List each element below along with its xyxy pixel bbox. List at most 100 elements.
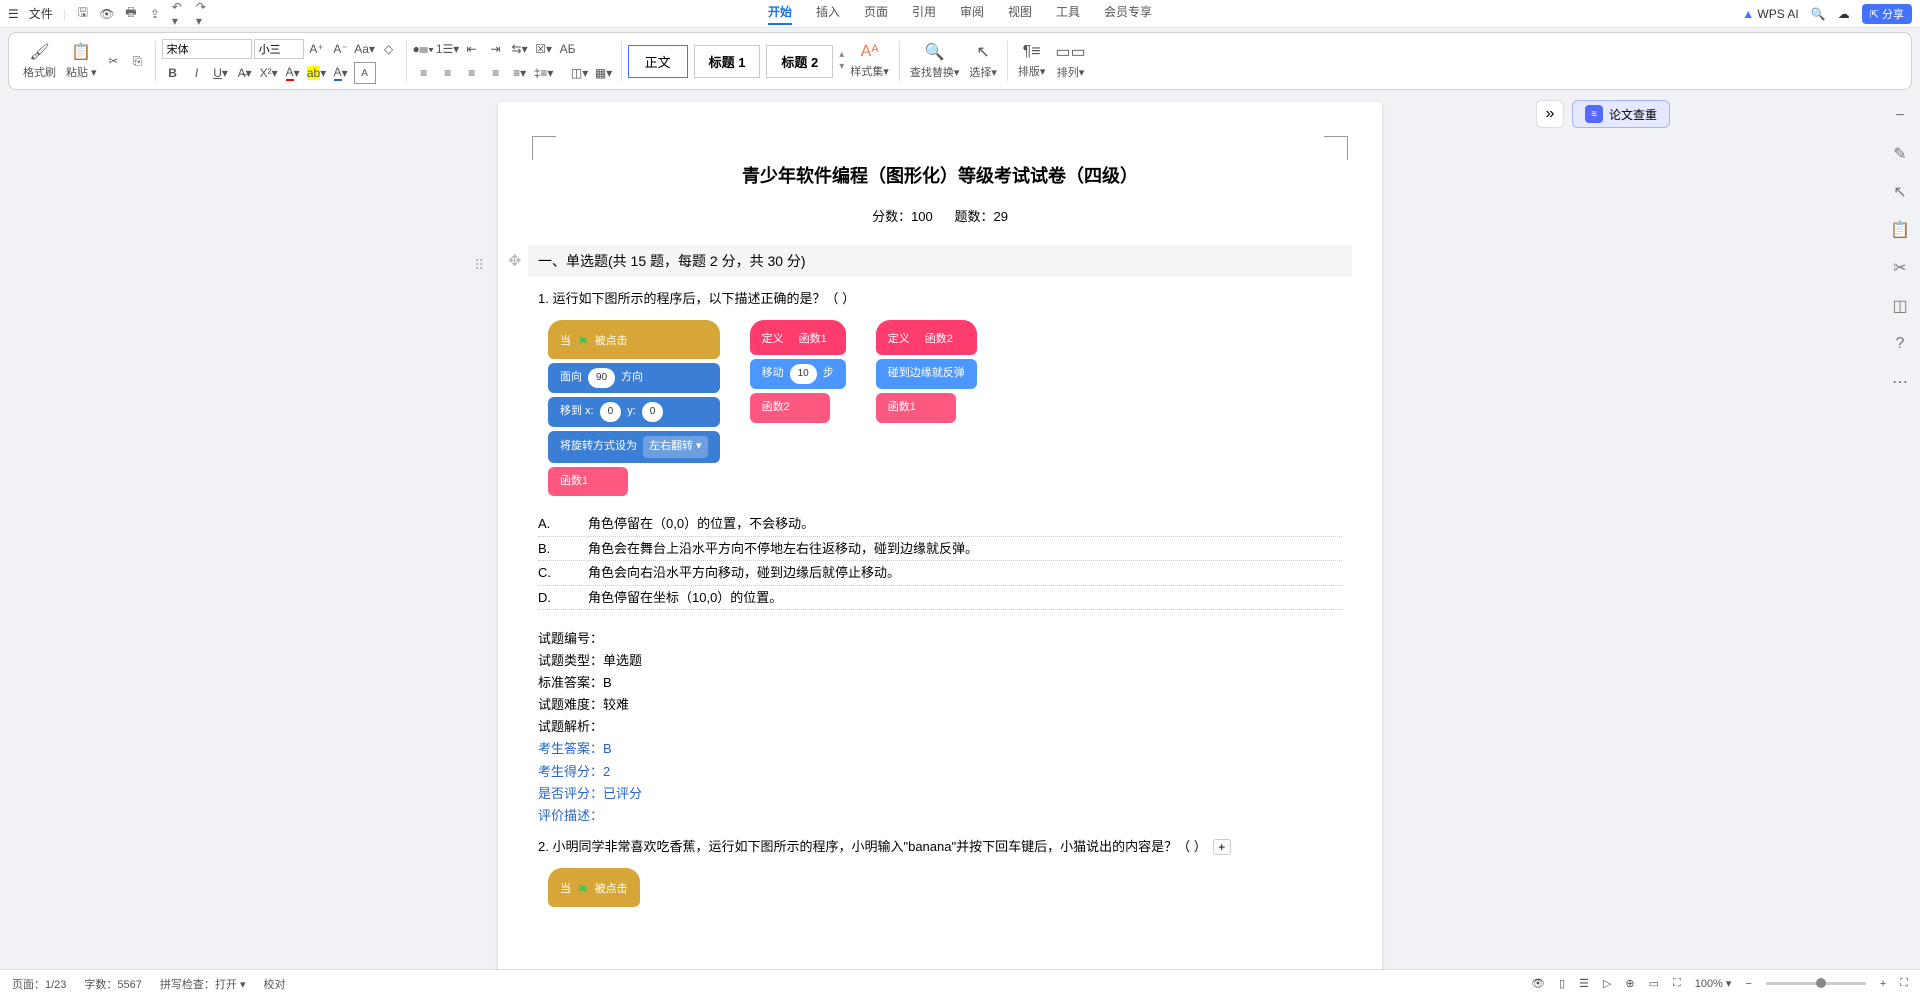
style-set-button[interactable]: Aᴬ样式集▾ <box>846 41 893 81</box>
page-indicator[interactable]: 页面：1/23 <box>12 976 66 992</box>
crop-icon[interactable]: ✂ <box>1888 256 1912 280</box>
tab-insert[interactable]: 插入 <box>816 3 840 25</box>
style-more-icon[interactable]: ▴▾ <box>839 49 844 73</box>
focus-view-icon[interactable]: ⛶ <box>1673 977 1681 990</box>
sort-icon[interactable]: ☒▾ <box>533 38 555 60</box>
format-painter-button[interactable]: 🖌格式刷 <box>19 40 60 82</box>
proofing-status[interactable]: 校对 <box>263 976 285 992</box>
document-title[interactable]: 青少年软件编程（图形化）等级考试试卷（四级） <box>528 162 1352 188</box>
help-icon[interactable]: ? <box>1888 332 1912 356</box>
borders-icon[interactable]: ▦▾ <box>593 62 615 84</box>
tab-view[interactable]: 视图 <box>1008 3 1032 25</box>
more-icon[interactable]: ⋯ <box>1888 370 1912 394</box>
zoom-value[interactable]: 100% ▾ <box>1695 977 1732 990</box>
paper-check-button[interactable]: ≡论文查重 <box>1572 100 1670 128</box>
outline-view-icon[interactable]: ☰ <box>1579 977 1589 990</box>
margin-corner <box>532 136 556 160</box>
style-heading2[interactable]: 标题 2 <box>766 45 833 78</box>
eye-icon[interactable]: 👁 <box>1531 977 1545 990</box>
tab-tools[interactable]: 工具 <box>1056 3 1080 25</box>
zoom-slider[interactable] <box>1766 982 1866 985</box>
status-bar: 页面：1/23 字数：5567 拼写检查：打开 ▾ 校对 👁 ▯ ☰ ▷ ⊕ ▭… <box>0 969 1920 997</box>
question-2: 2. 小明同学非常喜欢吃香蕉，运行如下图所示的程序，小明输入"banana"并按… <box>528 835 1352 907</box>
arrange-button[interactable]: ▭▭排列▾ <box>1051 40 1089 82</box>
clipboard-icon[interactable]: 📋 <box>1888 218 1912 242</box>
indent-icon[interactable]: ⇥ <box>485 38 507 60</box>
distribute-icon[interactable]: ≡▾ <box>509 62 531 84</box>
italic-icon[interactable]: I <box>186 62 208 84</box>
add-button[interactable]: + <box>1213 839 1231 855</box>
shading-icon[interactable]: A▾ <box>330 62 352 84</box>
drag-handle-icon[interactable]: ⠿ <box>474 257 484 274</box>
ribbon-tabs: 开始 插入 页面 引用 审阅 视图 工具 会员专享 <box>768 3 1152 25</box>
save-icon[interactable]: 🖫 <box>76 7 90 21</box>
tab-page[interactable]: 页面 <box>864 3 888 25</box>
align-right-icon[interactable]: ≡ <box>461 62 483 84</box>
page-view-icon[interactable]: ▯ <box>1559 977 1565 990</box>
document-canvas[interactable]: ⠿ 青少年软件编程（图形化）等级考试试卷（四级） 分数：100 题数：29 ✥ … <box>0 92 1880 969</box>
char-border-icon[interactable]: A <box>354 62 376 84</box>
cloud-icon[interactable]: ☁ <box>1838 7 1850 21</box>
show-marks-icon[interactable]: АБ <box>557 38 579 60</box>
grow-font-icon[interactable]: A⁺ <box>306 38 328 60</box>
font-size-select[interactable] <box>254 39 304 59</box>
collapse-panel-icon[interactable]: » <box>1536 100 1564 128</box>
zoom-in-icon[interactable]: + <box>1880 978 1886 990</box>
wps-ai-button[interactable]: ▲ WPS AI <box>1742 7 1799 21</box>
pencil-icon[interactable]: ✎ <box>1888 142 1912 166</box>
search-icon[interactable]: 🔍 <box>1811 7 1826 21</box>
align-justify-icon[interactable]: ≡ <box>485 62 507 84</box>
align-left-icon[interactable]: ≡ <box>413 62 435 84</box>
shrink-font-icon[interactable]: A⁻ <box>330 38 352 60</box>
align-center-icon[interactable]: ≡ <box>437 62 459 84</box>
bullet-list-icon[interactable]: ⦁☰▾ <box>413 38 435 60</box>
document-page[interactable]: ⠿ 青少年软件编程（图形化）等级考试试卷（四级） 分数：100 题数：29 ✥ … <box>498 102 1382 969</box>
tab-reference[interactable]: 引用 <box>912 3 936 25</box>
bold-icon[interactable]: B <box>162 62 184 84</box>
number-list-icon[interactable]: 1☰▾ <box>437 38 459 60</box>
strike-icon[interactable]: A̶▾ <box>234 62 256 84</box>
share-button[interactable]: ⇱ 分享 <box>1862 4 1912 24</box>
clear-format-icon[interactable]: ◇ <box>378 38 400 60</box>
cursor-icon[interactable]: ↖ <box>1888 180 1912 204</box>
select-button[interactable]: ↖选择▾ <box>965 40 1001 82</box>
question-meta: 试题编号： 试题类型：单选题 标准答案：B 试题难度：较难 试题解析： 考生答案… <box>538 628 1342 827</box>
tab-start[interactable]: 开始 <box>768 3 792 25</box>
print-preview-icon[interactable]: 👁 <box>100 7 114 21</box>
section-handle-icon[interactable]: ✥ <box>508 251 521 271</box>
font-name-select[interactable] <box>162 39 252 59</box>
tab-review[interactable]: 审阅 <box>960 3 984 25</box>
print-icon[interactable]: 🖶 <box>124 7 138 21</box>
style-heading1[interactable]: 标题 1 <box>694 45 761 78</box>
menu-icon[interactable]: ☰ <box>8 7 19 21</box>
bookmark-icon[interactable]: ◫ <box>1888 294 1912 318</box>
para-shading-icon[interactable]: ◫▾ <box>569 62 591 84</box>
redo-icon[interactable]: ↷ ▾ <box>196 7 210 21</box>
typeset-button[interactable]: ¶≡排版▾ <box>1014 41 1050 81</box>
line-spacing-icon[interactable]: ‡≡▾ <box>533 62 555 84</box>
minus-icon[interactable]: − <box>1888 104 1912 128</box>
play-icon[interactable]: ▷ <box>1603 977 1611 990</box>
outdent-icon[interactable]: ⇤ <box>461 38 483 60</box>
cut-icon[interactable]: ✂ <box>103 50 125 72</box>
web-view-icon[interactable]: ⊕ <box>1625 977 1634 990</box>
spell-check-status[interactable]: 拼写检查：打开 ▾ <box>160 976 246 992</box>
superscript-icon[interactable]: X²▾ <box>258 62 280 84</box>
file-menu[interactable]: 文件 <box>29 5 53 22</box>
highlight-icon[interactable]: ab▾ <box>306 62 328 84</box>
fit-page-icon[interactable]: ⛶ <box>1900 977 1908 990</box>
tab-vip[interactable]: 会员专享 <box>1104 3 1152 25</box>
tab-settings-icon[interactable]: ⇆▾ <box>509 38 531 60</box>
undo-icon[interactable]: ↶ ▾ <box>172 7 186 21</box>
export-icon[interactable]: ⇪ <box>148 7 162 21</box>
style-normal[interactable]: 正文 <box>628 45 688 78</box>
paste-button[interactable]: 📋粘贴 ▾ <box>62 40 101 82</box>
copy-icon[interactable]: ⎘ <box>127 50 149 72</box>
underline-icon[interactable]: U▾ <box>210 62 232 84</box>
zoom-out-icon[interactable]: − <box>1745 978 1751 990</box>
font-color-icon[interactable]: A▾ <box>282 62 304 84</box>
reading-view-icon[interactable]: ▭ <box>1649 977 1659 990</box>
word-count[interactable]: 字数：5567 <box>84 976 141 992</box>
find-replace-button[interactable]: 🔍查找替换▾ <box>906 40 964 82</box>
change-case-icon[interactable]: Aa▾ <box>354 38 376 60</box>
